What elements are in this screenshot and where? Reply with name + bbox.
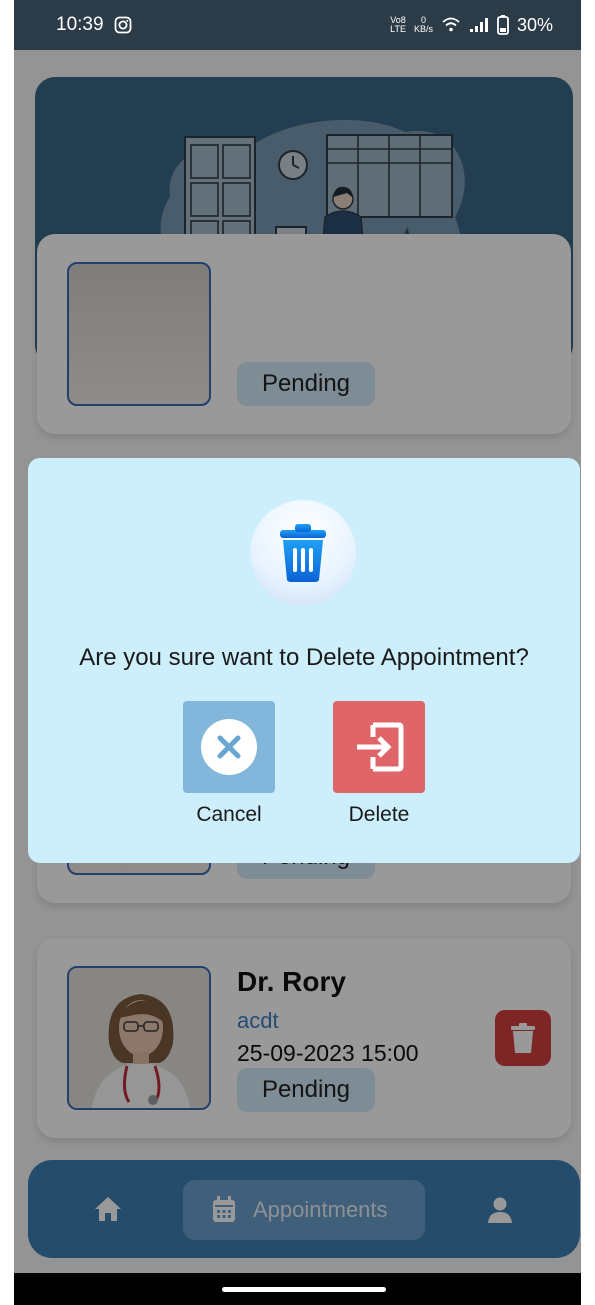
close-icon	[201, 719, 257, 775]
volte-indicator: Vo8 LTE	[390, 15, 406, 34]
signal-icon	[469, 18, 488, 32]
cancel-label: Cancel	[196, 803, 262, 826]
exit-icon	[357, 722, 404, 772]
status-bar: 10:39 Vo8 LTE 0 KB/s 30%	[14, 0, 581, 50]
battery-icon	[497, 15, 509, 35]
phone-screen: 10:39 Vo8 LTE 0 KB/s 30% Pending Dr. Ror…	[14, 0, 581, 1305]
trash-icon	[280, 524, 326, 582]
battery-percent: 30%	[516, 14, 553, 35]
home-gesture-handle[interactable]	[222, 1287, 386, 1292]
system-gesture-bar	[14, 1273, 581, 1305]
instagram-icon	[114, 16, 131, 34]
net-speed-indicator: 0 KB/s	[413, 15, 433, 34]
delete-confirm-dialog: Are you sure want to Delete Appointment?…	[28, 458, 580, 863]
dialog-message: Are you sure want to Delete Appointment?	[79, 644, 529, 671]
delete-label: Delete	[348, 803, 410, 826]
cancel-button[interactable]	[183, 701, 275, 793]
status-time: 10:39	[56, 14, 104, 35]
wifi-icon	[442, 17, 460, 32]
dialog-trash-icon-circle	[250, 500, 356, 606]
delete-button[interactable]	[333, 701, 425, 793]
